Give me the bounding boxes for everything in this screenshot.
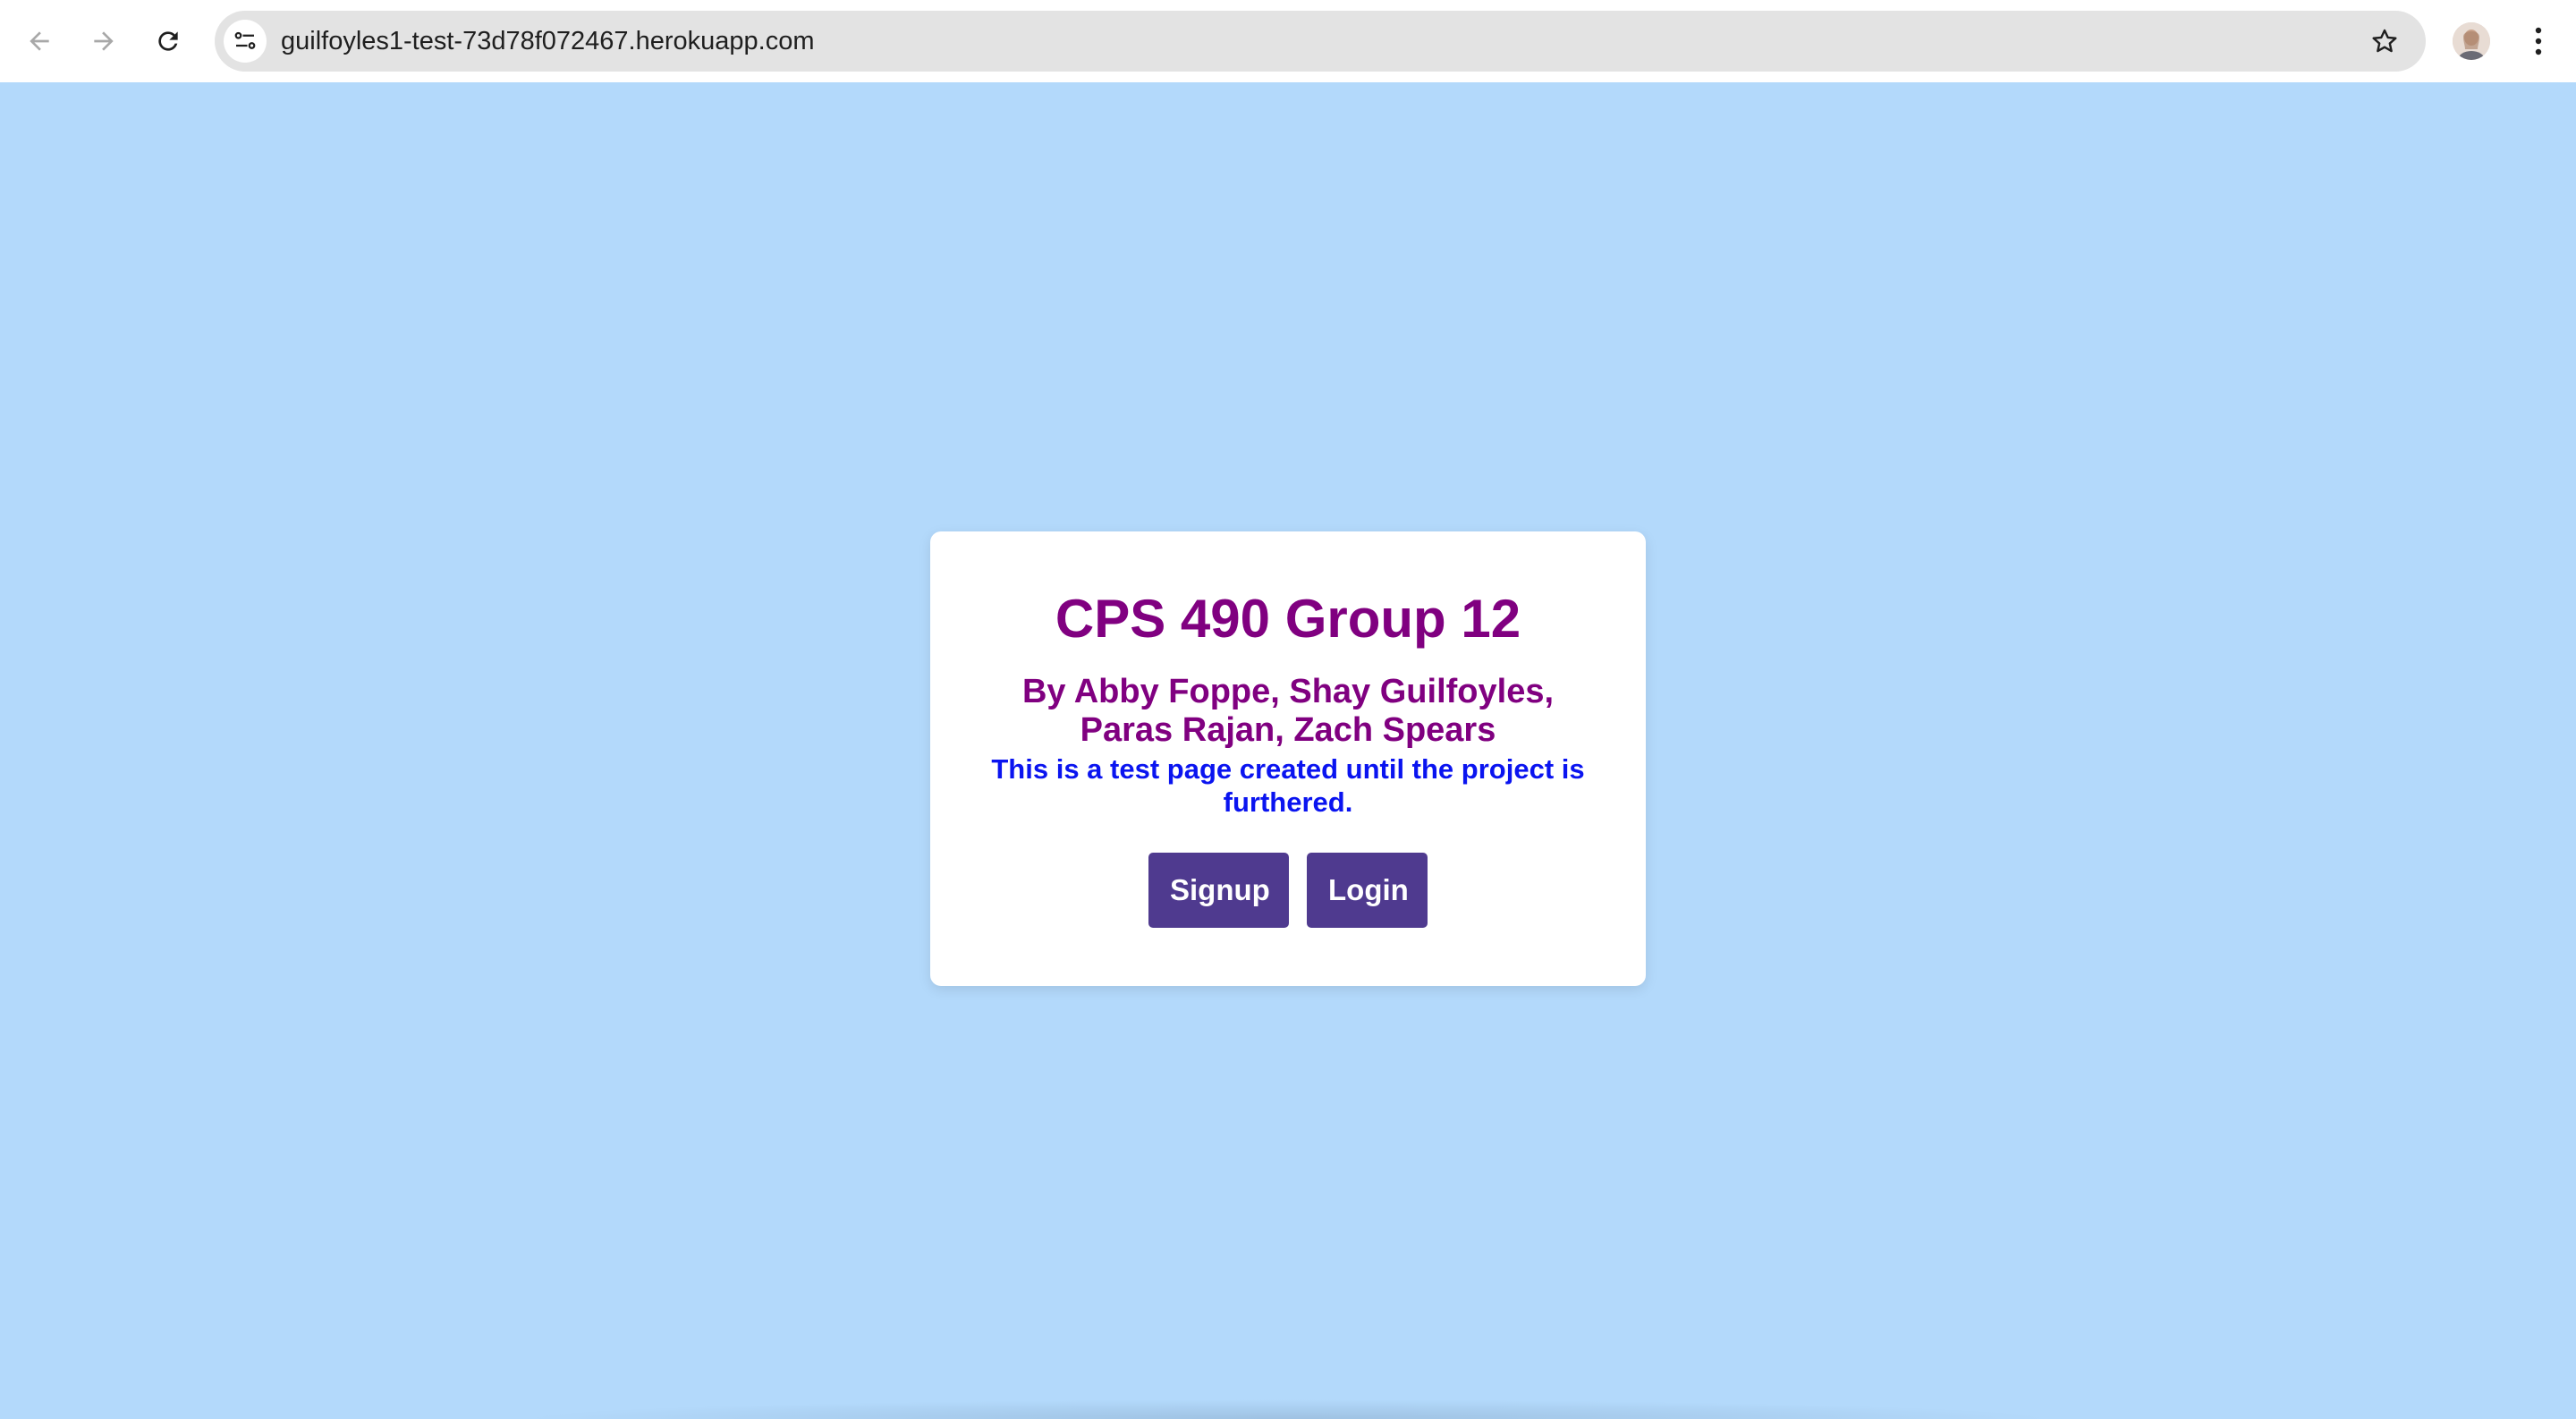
tune-icon xyxy=(234,31,256,49)
star-icon xyxy=(2372,29,2397,53)
authors-text: By Abby Foppe, Shay Guilfoyles, Paras Ra… xyxy=(1021,673,1555,749)
profile-avatar[interactable] xyxy=(2453,22,2490,60)
login-button[interactable]: Login xyxy=(1307,853,1428,928)
url-text[interactable]: guilfoyles1-test-73d78f072467.herokuapp.… xyxy=(281,11,815,72)
forward-button[interactable] xyxy=(82,20,125,63)
action-buttons: Signup Login xyxy=(930,853,1646,928)
welcome-card: CPS 490 Group 12 By Abby Foppe, Shay Gui… xyxy=(930,531,1646,986)
kebab-menu-icon xyxy=(2535,27,2542,55)
test-page-note: This is a test page created until the pr… xyxy=(991,753,1585,818)
site-info-button[interactable] xyxy=(224,20,267,63)
reload-button[interactable] xyxy=(147,20,190,63)
reload-icon xyxy=(158,31,178,51)
bottom-shadow xyxy=(519,1399,2057,1419)
address-bar[interactable]: guilfoyles1-test-73d78f072467.herokuapp.… xyxy=(215,11,2426,72)
browser-menu-button[interactable] xyxy=(2519,20,2558,63)
bookmark-button[interactable] xyxy=(2367,23,2402,59)
arrow-right-icon xyxy=(94,31,114,51)
arrow-left-icon xyxy=(30,31,49,51)
page-title: CPS 490 Group 12 xyxy=(1055,589,1521,649)
browser-toolbar: guilfoyles1-test-73d78f072467.herokuapp.… xyxy=(0,0,2576,82)
signup-button[interactable]: Signup xyxy=(1148,853,1289,928)
avatar-icon xyxy=(2453,22,2490,60)
back-button[interactable] xyxy=(18,20,61,63)
